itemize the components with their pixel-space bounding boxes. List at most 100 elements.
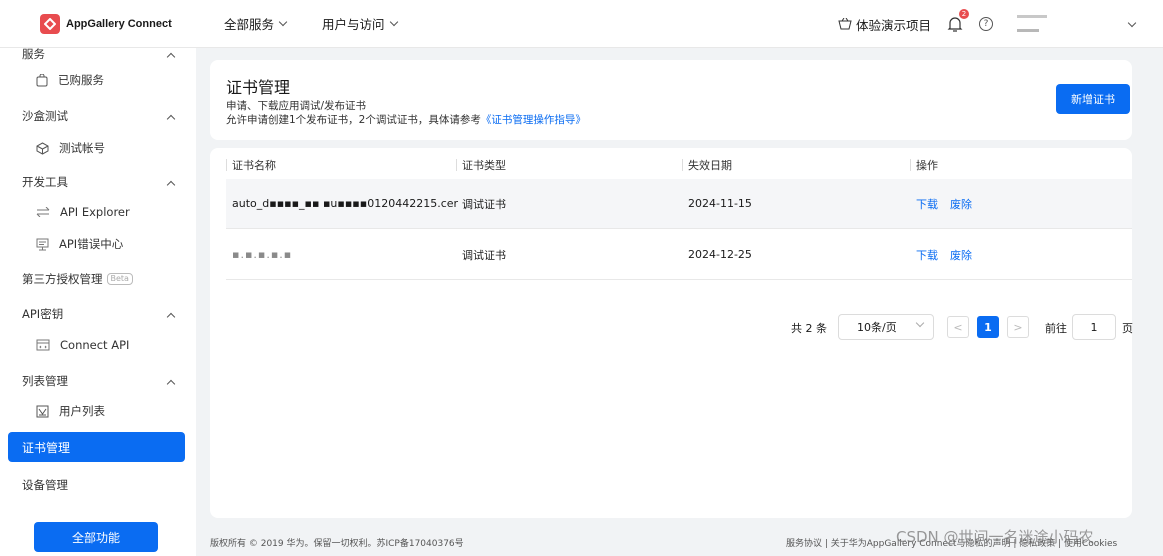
pagination-total: 共 2 条 [791, 322, 827, 335]
prev-page-button[interactable]: < [947, 316, 969, 338]
footer-copyright: 版权所有 © 2019 华为。保留一切权利。苏ICP备17040376号 [210, 539, 464, 549]
column-header-type: 证书类型 [462, 159, 506, 172]
beta-badge: Beta [106, 273, 133, 285]
sidebar-item-label: 已购服务 [58, 73, 104, 87]
demo-project-label: 体验演示项目 [855, 17, 931, 33]
column-header-expiry: 失效日期 [688, 159, 732, 172]
notification-badge: 2 [959, 9, 969, 19]
column-header-actions: 操作 [916, 159, 938, 172]
chevron-up-icon [166, 312, 176, 322]
sidebar-item-label: 用户列表 [59, 404, 105, 418]
appgallery-logo-icon [40, 13, 60, 34]
page-size-select[interactable]: 10条/页 [838, 314, 934, 340]
help-icon[interactable]: ? [979, 17, 993, 31]
sidebar-item-api-error-center[interactable]: API错误中心 [0, 232, 196, 256]
chevron-up-icon [166, 180, 176, 190]
download-link[interactable]: 下载 [916, 247, 938, 263]
quota-text: 允许申请创建1个发布证书，2个调试证书，具体请参考 [226, 114, 481, 126]
sidebar-item-label: Connect API [60, 338, 130, 352]
account-chevron-down-icon[interactable] [1127, 18, 1137, 27]
table-header: 证书名称 证书类型 失效日期 操作 [226, 152, 1132, 178]
pagination: 共 2 条 10条/页 < 1 > 前往 1 页 [210, 314, 1133, 340]
all-functions-button[interactable]: 全部功能 [34, 522, 158, 552]
top-bar: AppGallery Connect 全部服务 用户与访问 体验演示项目 2 ? [0, 0, 1163, 48]
table-row: ▪.▪.▪.▪.▪ 调试证书 2024-12-25 下载 废除 [226, 230, 1132, 280]
sidebar-group-third-party[interactable]: 第三方授权管理 Beta [0, 267, 196, 291]
sidebar-group-list-mgmt[interactable]: 列表管理 [0, 369, 196, 393]
cert-actions-cell: 下载 废除 [916, 230, 984, 279]
account-name-redacted[interactable] [1017, 9, 1053, 39]
notifications-button[interactable]: 2 [947, 9, 969, 33]
sidebar-group-label: 第三方授权管理 [22, 272, 103, 286]
sidebar-group-api-key[interactable]: API密钥 [0, 302, 196, 326]
sidebar-item-connect-api[interactable]: Connect API [0, 333, 196, 357]
cert-expiry-cell: 2024-11-15 [688, 197, 752, 210]
sidebar-item-api-explorer[interactable]: API Explorer [0, 200, 196, 224]
cert-actions-cell: 下载 废除 [916, 179, 984, 228]
page-title: 证书管理 [226, 78, 291, 97]
chevron-up-icon [166, 379, 176, 389]
guide-link[interactable]: 《证书管理操作指导》 [481, 114, 586, 126]
page-quota-note: 允许申请创建1个发布证书，2个调试证书，具体请参考《证书管理操作指导》 [226, 112, 586, 127]
sidebar-item-user-list[interactable]: 用户列表 [0, 399, 196, 423]
user-list-icon [36, 405, 49, 417]
sidebar-item-device-mgmt[interactable]: 设备管理 [0, 473, 196, 497]
sidebar-item-purchased[interactable]: 已购服务 [0, 68, 196, 92]
page-size-value: 10条/页 [857, 321, 897, 334]
chevron-down-icon [389, 17, 398, 27]
sidebar-group-label: 服务 [22, 47, 45, 61]
all-services-label: 全部服务 [224, 17, 275, 32]
cert-type-cell: 调试证书 [462, 248, 506, 262]
sidebar-group-label: API密钥 [22, 307, 64, 321]
sidebar-item-test-account[interactable]: 测试帐号 [0, 136, 196, 160]
page-header-card: 证书管理 申请、下载应用调试/发布证书 允许申请创建1个发布证书，2个调试证书，… [210, 60, 1132, 140]
cert-expiry-cell: 2024-12-25 [688, 248, 752, 261]
page-unit-label: 页 [1122, 322, 1133, 335]
sidebar-item-label: 设备管理 [22, 478, 68, 492]
cube-icon [36, 141, 49, 155]
sidebar: 服务 已购服务 沙盒测试 测试帐号 开发工具 API Explorer API错… [0, 47, 196, 556]
top-nav: 全部服务 用户与访问 [224, 14, 433, 33]
next-page-button[interactable]: > [1007, 316, 1029, 338]
swap-arrows-icon [36, 207, 50, 217]
sidebar-item-label: 证书管理 [22, 440, 71, 455]
chevron-down-icon [915, 318, 925, 328]
brand[interactable]: AppGallery Connect [0, 13, 196, 34]
revoke-link[interactable]: 废除 [950, 196, 972, 212]
code-window-icon [36, 339, 50, 351]
table-row: auto_d▪▪▪▪_▪▪ ▪u▪▪▪▪0120442215.cer 调试证书 … [226, 179, 1132, 229]
cert-name-cell: ▪.▪.▪.▪.▪ [232, 248, 293, 261]
sidebar-item-cert-mgmt[interactable]: 证书管理 [8, 432, 185, 462]
demo-project-button[interactable]: 体验演示项目 [838, 15, 931, 34]
download-link[interactable]: 下载 [916, 196, 938, 212]
sidebar-group-label: 沙盒测试 [22, 109, 68, 123]
basket-icon [838, 18, 852, 30]
sidebar-group-services[interactable]: 服务 [0, 42, 196, 66]
user-access-label: 用户与访问 [322, 17, 385, 32]
certificate-table-card: 证书名称 证书类型 失效日期 操作 auto_d▪▪▪▪_▪▪ ▪u▪▪▪▪01… [210, 148, 1133, 518]
monitor-icon [36, 238, 49, 250]
goto-label: 前往 [1045, 322, 1067, 335]
sidebar-group-label: 开发工具 [22, 175, 68, 189]
top-right-tools: 体验演示项目 2 ? [838, 0, 1163, 48]
column-header-name: 证书名称 [232, 159, 276, 172]
cert-name-cell: auto_d▪▪▪▪_▪▪ ▪u▪▪▪▪0120442215.cer [232, 197, 459, 210]
brand-name: AppGallery Connect [66, 17, 172, 30]
chevron-up-icon [166, 52, 176, 62]
sidebar-group-dev-tools[interactable]: 开发工具 [0, 170, 196, 194]
page-description: 申请、下载应用调试/发布证书 [226, 100, 367, 112]
user-access-menu[interactable]: 用户与访问 [322, 14, 398, 33]
add-certificate-button[interactable]: 新增证书 [1056, 84, 1130, 114]
sidebar-item-label: API Explorer [60, 205, 130, 219]
revoke-link[interactable]: 废除 [950, 247, 972, 263]
cert-type-cell: 调试证书 [462, 197, 506, 211]
chevron-down-icon [278, 17, 288, 27]
bag-icon [36, 73, 48, 86]
all-services-menu[interactable]: 全部服务 [224, 14, 288, 33]
goto-page-input[interactable]: 1 [1072, 314, 1116, 340]
sidebar-item-label: 测试帐号 [59, 141, 105, 155]
chevron-up-icon [166, 114, 176, 124]
sidebar-item-label: API错误中心 [59, 237, 124, 251]
sidebar-group-sandbox[interactable]: 沙盒测试 [0, 104, 196, 128]
page-number-current[interactable]: 1 [977, 316, 999, 338]
